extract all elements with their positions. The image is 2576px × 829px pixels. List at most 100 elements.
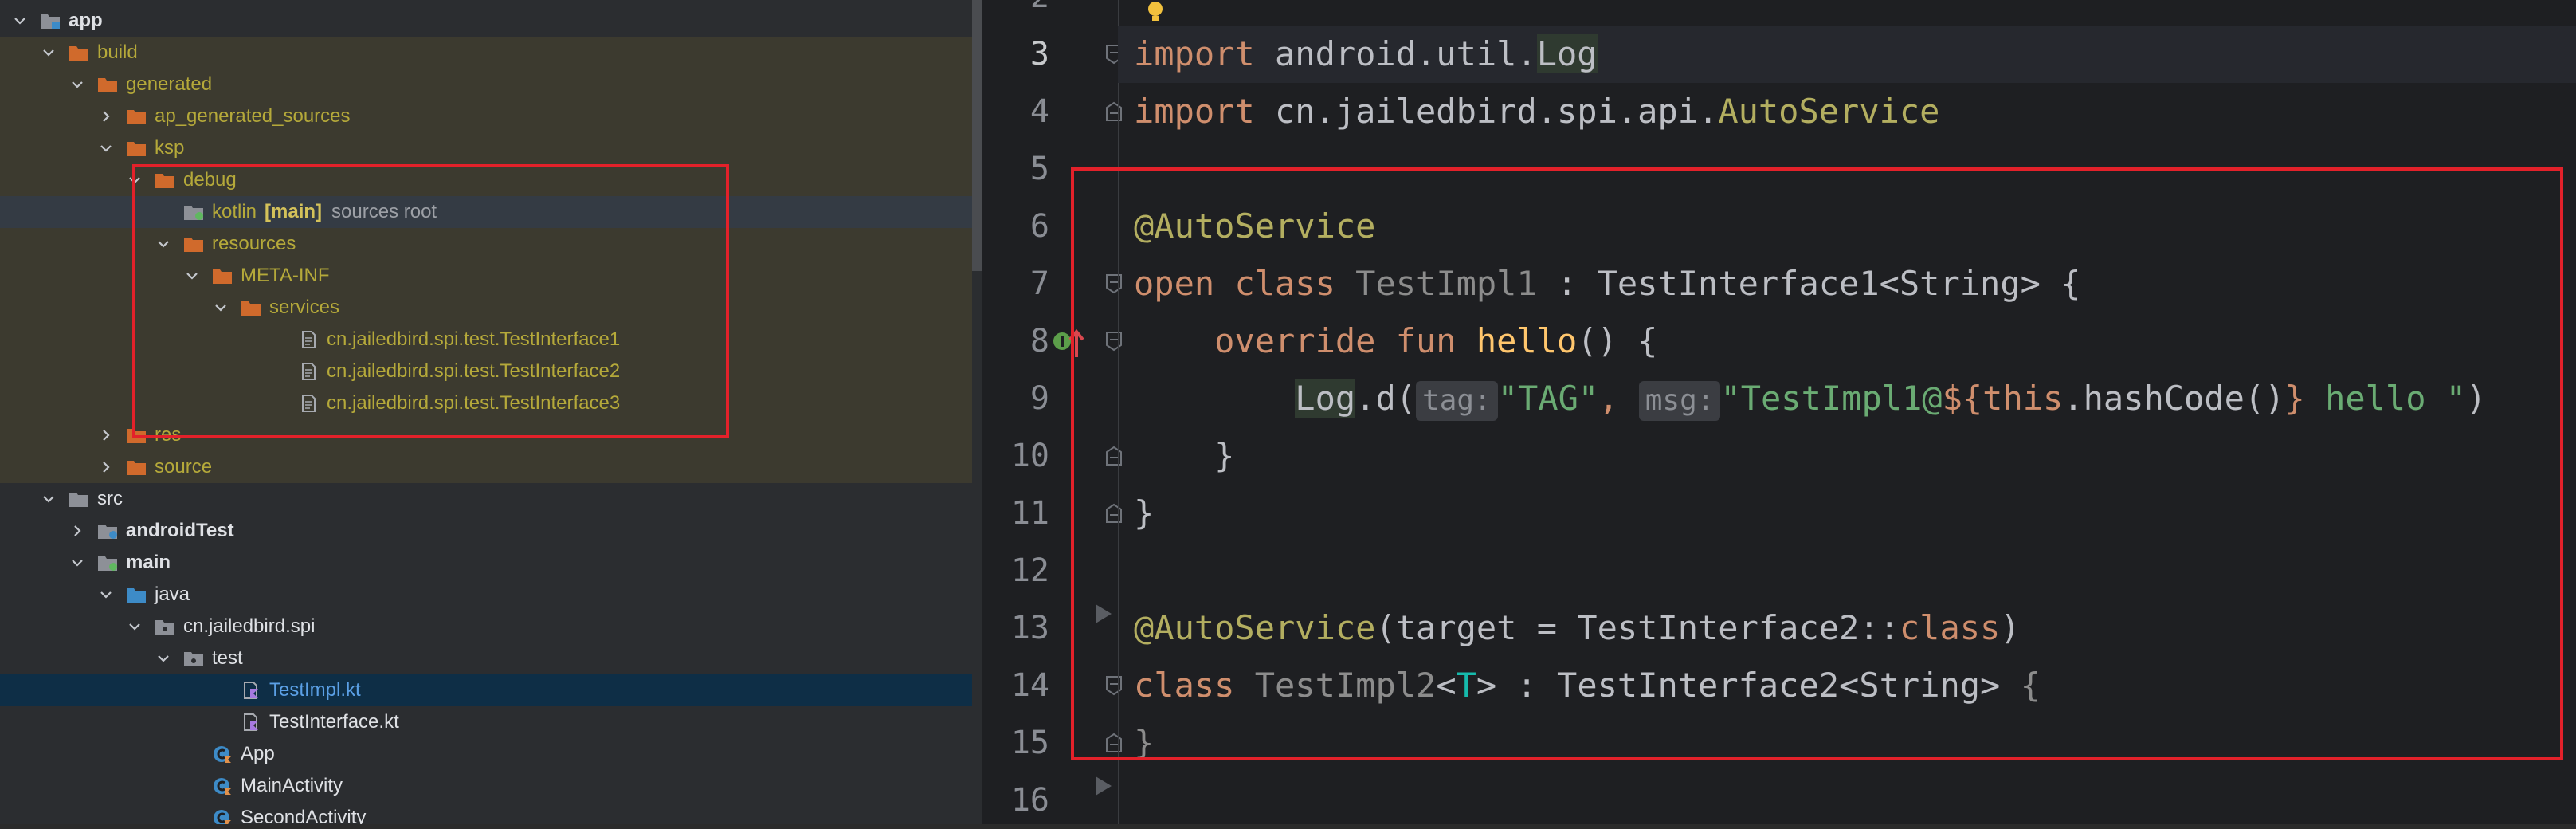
chevron-down-icon[interactable] — [97, 139, 115, 157]
keyword-fun: fun — [1375, 321, 1476, 360]
line-number[interactable]: 4 — [982, 83, 1049, 140]
keyword-class: class — [1134, 666, 1235, 705]
chevron-down-icon[interactable] — [126, 618, 143, 635]
tree-row-ap-generated-sources[interactable]: ap_generated_sources — [0, 100, 972, 132]
tree-row-androidtest[interactable]: androidTest — [0, 515, 972, 547]
import-class[interactable]: AutoService — [1718, 92, 1939, 131]
tree-row-res[interactable]: res — [0, 419, 972, 451]
line-number[interactable]: 7 — [982, 255, 1049, 312]
template-open: ${ — [1942, 379, 1983, 418]
fold-end-icon[interactable] — [1105, 101, 1123, 122]
chevron-down-icon[interactable] — [183, 267, 201, 285]
line-number[interactable]: 15 — [982, 714, 1049, 772]
run-gutter-icon[interactable] — [1096, 604, 1112, 623]
line-number[interactable]: 10 — [982, 427, 1049, 485]
chevron-down-icon[interactable] — [212, 299, 229, 316]
tree-row-test[interactable]: test — [0, 642, 972, 674]
tree-row-meta-inf[interactable]: META-INF — [0, 260, 972, 292]
chevron-down-icon[interactable] — [69, 76, 86, 93]
annotation[interactable]: @AutoService — [1134, 608, 1375, 647]
tree-row-app[interactable]: app — [0, 5, 972, 37]
line-number[interactable]: 13 — [982, 599, 1049, 657]
class-name[interactable]: TestImpl1 — [1355, 264, 1537, 303]
chevron-down-icon[interactable] — [69, 554, 86, 572]
param-hint-msg: msg: — [1638, 381, 1721, 421]
line-number[interactable]: 5 — [982, 140, 1049, 198]
line-number[interactable]: 16 — [982, 772, 1049, 829]
orange-folder-icon — [212, 267, 233, 285]
keyword-this: this — [1982, 379, 2064, 418]
code-area[interactable]: import android.util.Log import cn.jailed… — [1118, 0, 2576, 824]
function-name[interactable]: hello — [1476, 321, 1577, 360]
tree-row-debug[interactable]: debug — [0, 164, 972, 196]
tree-row-cn-jailedbird-spi-test-testinterface3[interactable]: cn.jailedbird.spi.test.TestInterface3 — [0, 387, 972, 419]
tree-row-ksp[interactable]: ksp — [0, 132, 972, 164]
log-class[interactable]: Log — [1295, 379, 1356, 418]
tree-item-label: cn.jailedbird.spi — [183, 615, 316, 637]
implements-gutter-icon[interactable] — [1053, 327, 1084, 359]
tree-row-java[interactable]: java — [0, 579, 972, 611]
tree-item-label: ap_generated_sources — [155, 105, 351, 127]
type-param: T — [1456, 666, 1476, 705]
tree-row-testinterface-kt[interactable]: TestInterface.kt — [0, 706, 972, 738]
project-tree-scrollbar[interactable] — [972, 0, 982, 271]
tree-row-services[interactable]: services — [0, 292, 972, 324]
code-editor[interactable]: 2345678910111213141516 import android.ut… — [982, 0, 2576, 824]
tree-item-label: SecondActivity — [241, 807, 367, 824]
class-name[interactable]: TestImpl2 — [1255, 666, 1437, 705]
tree-row-generated[interactable]: generated — [0, 69, 972, 100]
tree-row-src[interactable]: src — [0, 483, 972, 515]
chevron-down-icon[interactable] — [97, 586, 115, 603]
chevron-right-icon[interactable] — [97, 426, 115, 444]
line-number[interactable]: 11 — [982, 485, 1049, 542]
kotlin-file-icon — [241, 682, 261, 699]
tree-row-resources[interactable]: resources — [0, 228, 972, 260]
chevron-down-icon[interactable] — [126, 171, 143, 189]
chevron-down-icon[interactable] — [155, 650, 172, 667]
tree-row-secondactivity[interactable]: SecondActivity — [0, 802, 972, 824]
import-keyword: import — [1134, 92, 1255, 131]
line-number[interactable]: 2 — [982, 0, 1049, 26]
fold-end-icon[interactable] — [1105, 733, 1123, 753]
chevron-down-icon[interactable] — [40, 490, 57, 508]
call: .d( — [1355, 379, 1417, 418]
tree-row-kotlin[interactable]: kotlin [main] sources root — [0, 196, 972, 228]
keyword-open: open — [1134, 264, 1215, 303]
line-number[interactable]: 12 — [982, 542, 1049, 599]
chevron-down-icon[interactable] — [11, 12, 29, 29]
chevron-right-icon[interactable] — [69, 522, 86, 540]
fold-end-icon[interactable] — [1105, 503, 1123, 524]
fold-expanded-icon[interactable] — [1105, 273, 1123, 294]
tree-row-cn-jailedbird-spi-test-testinterface2[interactable]: cn.jailedbird.spi.test.TestInterface2 — [0, 356, 972, 387]
tree-row-mainactivity[interactable]: MainActivity — [0, 770, 972, 802]
tree-row-build[interactable]: build — [0, 37, 972, 69]
tree-row-app[interactable]: App — [0, 738, 972, 770]
import-class[interactable]: Log — [1536, 34, 1598, 73]
chevron-right-icon[interactable] — [97, 458, 115, 476]
run-gutter-icon[interactable] — [1096, 776, 1112, 796]
tree-item-label: source — [155, 456, 213, 477]
line-number[interactable]: 6 — [982, 198, 1049, 255]
fold-expanded-icon[interactable] — [1105, 675, 1123, 696]
tree-row-main[interactable]: main — [0, 547, 972, 579]
line-number[interactable]: 14 — [982, 657, 1049, 714]
fold-end-icon[interactable] — [1105, 446, 1123, 466]
chevron-down-icon[interactable] — [155, 235, 172, 253]
line-number[interactable]: 3 — [982, 26, 1049, 83]
tree-row-source[interactable]: source — [0, 451, 972, 483]
tree-row-cn-jailedbird-spi[interactable]: cn.jailedbird.spi — [0, 611, 972, 642]
fold-expanded-icon[interactable] — [1105, 331, 1123, 352]
tree-item-label: androidTest — [126, 520, 234, 541]
line-number[interactable]: 9 — [982, 370, 1049, 427]
code-line-6: @AutoService — [1134, 198, 1375, 255]
annotation[interactable]: @AutoService — [1134, 206, 1375, 246]
chevron-right-icon[interactable] — [97, 108, 115, 125]
tree-item-label: cn.jailedbird.spi.test.TestInterface2 — [327, 360, 621, 382]
tree-row-testimpl-kt[interactable]: TestImpl.kt — [0, 674, 972, 706]
kotlin-file-icon — [241, 713, 261, 731]
chevron-down-icon[interactable] — [40, 44, 57, 61]
tree-row-cn-jailedbird-spi-test-testinterface1[interactable]: cn.jailedbird.spi.test.TestInterface1 — [0, 324, 972, 356]
type-open: < — [1436, 666, 1457, 705]
line-number[interactable]: 8 — [982, 312, 1049, 370]
